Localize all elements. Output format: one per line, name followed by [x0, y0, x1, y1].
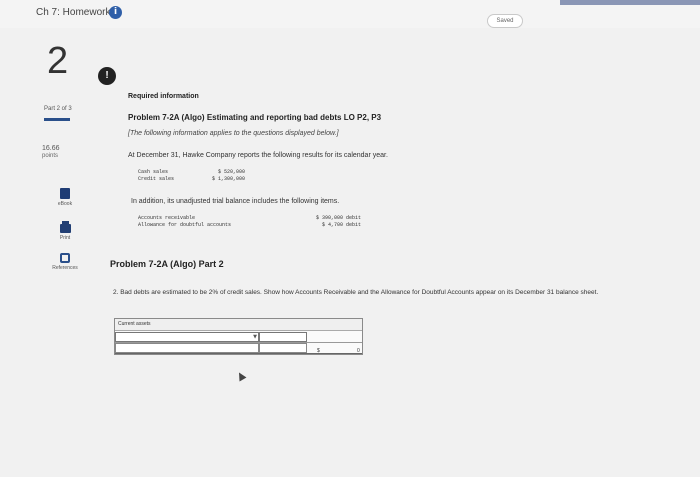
print-button[interactable]: Print	[50, 221, 80, 241]
account-select-2[interactable]	[115, 343, 259, 353]
required-info-heading: Required information	[128, 93, 199, 100]
question-text: 2. Bad debts are estimated to be 2% of c…	[113, 289, 599, 296]
cash-sales-value: $ 520,000	[218, 169, 246, 175]
part-indicator: Part 2 of 3	[44, 106, 72, 112]
points-label: points	[42, 153, 59, 159]
allowance-label: Allowance for doubtful accounts	[138, 222, 232, 228]
references-icon	[60, 253, 70, 263]
ar-value: $ 390,000 debit	[316, 215, 362, 221]
current-assets-label: Current assets	[118, 321, 151, 327]
ebook-icon	[60, 188, 70, 199]
references-label: References	[52, 265, 78, 271]
answer-table-header: Current assets	[115, 319, 362, 331]
chevron-down-icon: ▼	[253, 334, 257, 340]
ar-label: Accounts receivable	[138, 215, 196, 221]
print-icon	[59, 221, 71, 233]
mouse-cursor-icon	[235, 370, 247, 382]
answer-table: Current assets ▼ $ 0	[114, 318, 363, 355]
addition-text: In addition, its unadjusted trial balanc…	[131, 198, 340, 205]
alert-icon: !	[98, 67, 116, 85]
cash-sales-label: Cash sales	[138, 169, 169, 175]
part2-title: Problem 7-2A (Algo) Part 2	[110, 259, 224, 269]
points-value: 16.66	[42, 145, 60, 152]
print-label: Print	[59, 235, 71, 241]
question-number: 2	[47, 40, 69, 82]
amount-input-2[interactable]	[259, 343, 307, 353]
credit-sales-value: $ 1,300,000	[212, 176, 246, 182]
amount-input-1[interactable]	[259, 332, 307, 342]
problem-title: Problem 7-2A (Algo) Estimating and repor…	[128, 113, 382, 122]
progress-fill	[560, 0, 700, 5]
part-progress-bar	[44, 118, 70, 121]
info-note: [The following information applies to th…	[128, 130, 339, 137]
references-button[interactable]: References	[50, 253, 80, 271]
allowance-value: $ 4,700 debit	[322, 222, 362, 228]
total-underline	[115, 353, 362, 354]
credit-sales-label: Credit sales	[138, 176, 175, 182]
info-icon[interactable]: i	[109, 6, 122, 19]
results-statement: At December 31, Hawke Company reports th…	[128, 152, 388, 159]
progress-bar	[560, 0, 700, 5]
account-select-1[interactable]: ▼	[115, 332, 259, 342]
ebook-label: eBook	[57, 201, 73, 207]
saved-badge: Saved	[487, 14, 523, 28]
ebook-button[interactable]: eBook	[50, 188, 80, 207]
assignment-title: Ch 7: Homework	[36, 7, 111, 18]
